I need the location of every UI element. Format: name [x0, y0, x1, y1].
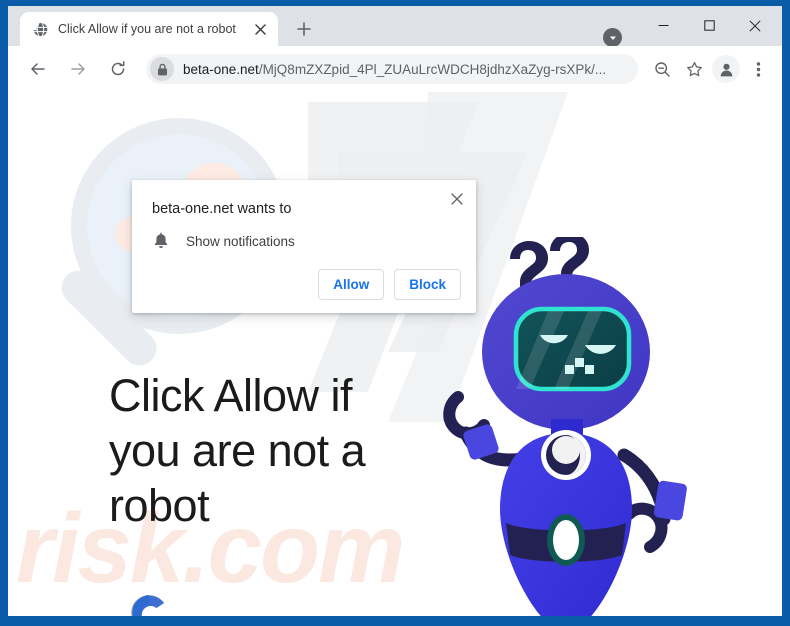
captcha-logo: E-CAPTCHA [114, 590, 184, 616]
browser-tab[interactable]: Click Allow if you are not a robot [20, 12, 278, 46]
globe-icon [32, 21, 49, 38]
tab-strip: Click Allow if you are not a robot [8, 6, 782, 47]
permission-dialog-actions: Allow Block [318, 269, 461, 300]
download-arrow-icon[interactable] [603, 28, 622, 47]
bell-icon [152, 232, 170, 250]
address-bar[interactable]: beta-one.net/MjQ8mZXZpid_4Pl_ZUAuLrcWDCH… [146, 54, 638, 84]
forward-arrow-icon[interactable] [63, 54, 93, 84]
three-dot-menu-icon[interactable] [744, 55, 772, 83]
back-arrow-icon[interactable] [23, 54, 53, 84]
lock-icon[interactable] [150, 57, 174, 81]
zoom-out-icon[interactable] [648, 55, 676, 83]
profile-avatar-icon[interactable] [712, 55, 740, 83]
page-content: risk.com Click Allow if you are not a ro… [8, 92, 782, 616]
c-ring-logo-icon [131, 594, 164, 616]
page-headline: Click Allow if you are not a robot [109, 370, 366, 531]
notification-permission-dialog: beta-one.net wants to Show notifications [132, 180, 476, 313]
allow-button[interactable]: Allow [318, 269, 385, 300]
permission-option-row: Show notifications [152, 232, 295, 250]
new-tab-button[interactable] [291, 16, 317, 42]
tab-close-icon[interactable] [250, 19, 270, 39]
permission-option-label: Show notifications [186, 233, 295, 249]
permission-dialog-close-icon[interactable] [444, 186, 470, 212]
star-icon[interactable] [680, 55, 708, 83]
block-button[interactable]: Block [394, 269, 461, 300]
permission-dialog-title: beta-one.net wants to [152, 201, 292, 217]
tab-title: Click Allow if you are not a robot [58, 22, 236, 36]
screenshot-frame: Click Allow if you are not a robot beta-… [0, 0, 790, 626]
window-maximize-button[interactable] [686, 10, 732, 41]
window-close-button[interactable] [732, 10, 778, 41]
url-text: beta-one.net/MjQ8mZXZpid_4Pl_ZUAuLrcWDCH… [183, 61, 607, 77]
browser-toolbar: beta-one.net/MjQ8mZXZpid_4Pl_ZUAuLrcWDCH… [8, 46, 782, 92]
browser-window: Click Allow if you are not a robot beta-… [8, 6, 782, 616]
window-minimize-button[interactable] [640, 10, 686, 41]
reload-icon[interactable] [103, 54, 133, 84]
